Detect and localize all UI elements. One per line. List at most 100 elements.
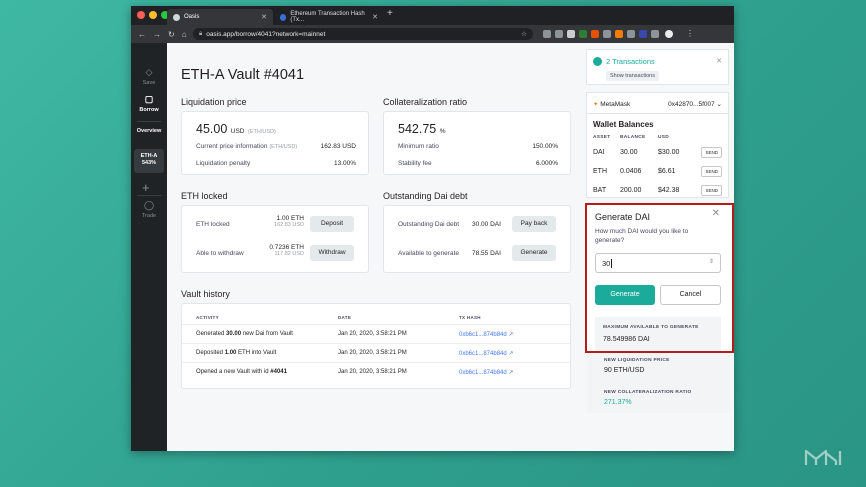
date-cell: Jan 20, 2020, 3:58:21 PM	[338, 350, 407, 356]
reload-icon[interactable]: ↻	[168, 30, 175, 39]
dai-amount-input[interactable]: 30 ⇕	[595, 253, 721, 273]
bookmark-star-icon[interactable]: ☆	[521, 30, 527, 38]
save-icon: ◇	[145, 67, 153, 77]
close-icon[interactable]: ✕	[712, 208, 720, 219]
page-title: ETH-A Vault #4041	[181, 67, 305, 83]
extension-icon[interactable]	[543, 30, 551, 38]
col-date: DATE	[338, 315, 352, 320]
nav-trade[interactable]: ◯ Trade	[131, 200, 167, 219]
minimize-window-button[interactable]	[149, 11, 157, 19]
nav-save[interactable]: ◇ Save	[131, 67, 167, 86]
date-cell: Jan 20, 2020, 3:58:21 PM	[338, 369, 407, 375]
stability-fee-value: 6.000%	[535, 160, 558, 167]
new-tab-button[interactable]: +	[387, 8, 393, 19]
activity-text: new Dai from Vault	[241, 331, 293, 337]
eth-locked-heading: ETH locked	[181, 191, 228, 201]
minimum-ratio-label: Minimum ratio	[398, 143, 439, 150]
extension-icon[interactable]	[567, 30, 575, 38]
send-button[interactable]: SEND	[701, 166, 722, 177]
nav-borrow[interactable]: ▢ Borrow	[131, 94, 167, 113]
wallet-name: MetaMask	[600, 101, 631, 108]
table-row: Opened a new Vault with id #4041 Jan 20,…	[182, 362, 570, 381]
window-controls	[137, 11, 169, 19]
tx-hash-link[interactable]: 0xb6c1...874b84d ↗	[459, 369, 513, 376]
tx-hash-link[interactable]: 0xb6c1...874b84d ↗	[459, 331, 513, 338]
vault-history-card: ACTIVITY DATE TX HASH Generated 30.00 ne…	[181, 303, 571, 389]
activity-cell: Generated 30.00 new Dai from Vault	[196, 331, 293, 337]
generate-button[interactable]: Generate	[512, 245, 556, 261]
activity-amount: #4041	[270, 369, 287, 375]
send-button[interactable]: SEND	[701, 147, 722, 158]
tab-oasis[interactable]: Oasis ✕	[167, 9, 273, 25]
close-window-button[interactable]	[137, 11, 145, 19]
close-tab-icon[interactable]: ✕	[372, 13, 378, 21]
withdraw-button[interactable]: Withdraw	[310, 245, 354, 261]
liquidation-unit: USD	[230, 128, 245, 135]
wallet-provider[interactable]: ✦ MetaMask	[593, 100, 630, 108]
activity-amount: 1.00	[224, 350, 237, 356]
nav-borrow-label: Borrow	[139, 107, 159, 113]
chevron-down-icon: ⌄	[716, 101, 722, 108]
col-asset: ASSET	[593, 135, 611, 140]
activity-text: Generated	[196, 331, 227, 337]
extension-icon[interactable]	[627, 30, 635, 38]
tab-title: Oasis	[184, 14, 200, 20]
send-button[interactable]: SEND	[701, 185, 722, 196]
menu-dots-icon[interactable]: ⋮	[686, 29, 694, 38]
available-to-generate-value: 78.55 DAI	[472, 250, 501, 257]
extension-icon[interactable]	[591, 30, 599, 38]
extension-icon[interactable]	[651, 30, 659, 38]
wallet-card: ✦ MetaMask 0x42870...5f007 ⌄ Wallet Bala…	[586, 92, 729, 198]
eth-locked-usd: 162.83 USD	[274, 222, 304, 228]
stepper-icon[interactable]: ⇕	[709, 258, 714, 265]
nav-save-label: Save	[142, 80, 156, 86]
tx-hash-link[interactable]: 0xb6c1...874b84d ↗	[459, 350, 513, 357]
close-transactions-icon[interactable]: ✕	[716, 57, 722, 65]
max-available-caption: MAXIMUM AVAILABLE TO GENERATE	[603, 325, 699, 330]
address-bar[interactable]: 🔒︎ oasis.app/borrow/4041?network=mainnet…	[193, 28, 533, 40]
collateral-value: 542.75	[398, 122, 437, 136]
new-collateralization-caption: NEW COLLATERALIZATION RATIO	[604, 390, 692, 395]
liquidation-penalty-value: 13.00%	[333, 160, 356, 167]
pay-back-button[interactable]: Pay back	[512, 216, 556, 232]
nav-overview[interactable]: Overview	[131, 128, 167, 134]
wallet-address[interactable]: 0x42870...5f007 ⌄	[668, 100, 722, 108]
extension-icon[interactable]	[639, 30, 647, 38]
confirm-generate-button[interactable]: Generate	[595, 285, 655, 305]
add-vault-icon[interactable]: +	[142, 180, 150, 195]
home-icon[interactable]: ⌂	[182, 30, 187, 39]
extension-icon[interactable]	[579, 30, 587, 38]
tab-etherscan[interactable]: Ethereum Transaction Hash (Tx... ✕	[274, 9, 384, 25]
collateral-heading: Collateralization ratio	[383, 97, 468, 107]
eth-locked-value: 1.00 ETH	[276, 215, 304, 222]
dai-debt-heading: Outstanding Dai debt	[383, 191, 468, 201]
forward-icon[interactable]: →	[153, 30, 161, 39]
cancel-button[interactable]: Cancel	[660, 285, 721, 305]
profile-icon[interactable]	[665, 30, 673, 38]
balance-cell: 0.0406	[620, 168, 642, 175]
extension-icon[interactable]	[555, 30, 563, 38]
asset-cell: DAI	[593, 149, 605, 156]
back-icon[interactable]: ←	[138, 30, 146, 39]
stability-fee-label: Stability fee	[398, 160, 432, 167]
asset-cell: BAT	[593, 187, 607, 194]
trade-icon: ◯	[143, 200, 155, 210]
transactions-title: 2 Transactions	[606, 57, 655, 66]
oasis-favicon-icon	[173, 13, 180, 21]
url-text: oasis.app/borrow/4041?network=mainnet	[206, 30, 326, 38]
sidebar-divider	[137, 195, 161, 196]
balance-cell: 30.00	[620, 149, 638, 156]
vault-ratio: 543%	[141, 160, 157, 166]
col-usd: USD	[658, 135, 670, 140]
nav-vault-eth-a[interactable]: ETH-A 543%	[134, 149, 164, 173]
current-price-label: Current price information (ETH/USD)	[196, 143, 297, 150]
extension-icon[interactable]	[615, 30, 623, 38]
liquidation-value: 45.00	[196, 122, 228, 136]
close-tab-icon[interactable]: ✕	[261, 13, 267, 21]
extension-icon[interactable]	[603, 30, 611, 38]
browser-window: Oasis ✕ Ethereum Transaction Hash (Tx...…	[131, 6, 734, 451]
main-content: ETH-A Vault #4041 Liquidation price 45.0…	[167, 43, 586, 451]
dai-amount-value: 30	[602, 259, 611, 268]
deposit-button[interactable]: Deposit	[310, 216, 354, 232]
show-transactions-button[interactable]: Show transactions	[606, 71, 659, 81]
